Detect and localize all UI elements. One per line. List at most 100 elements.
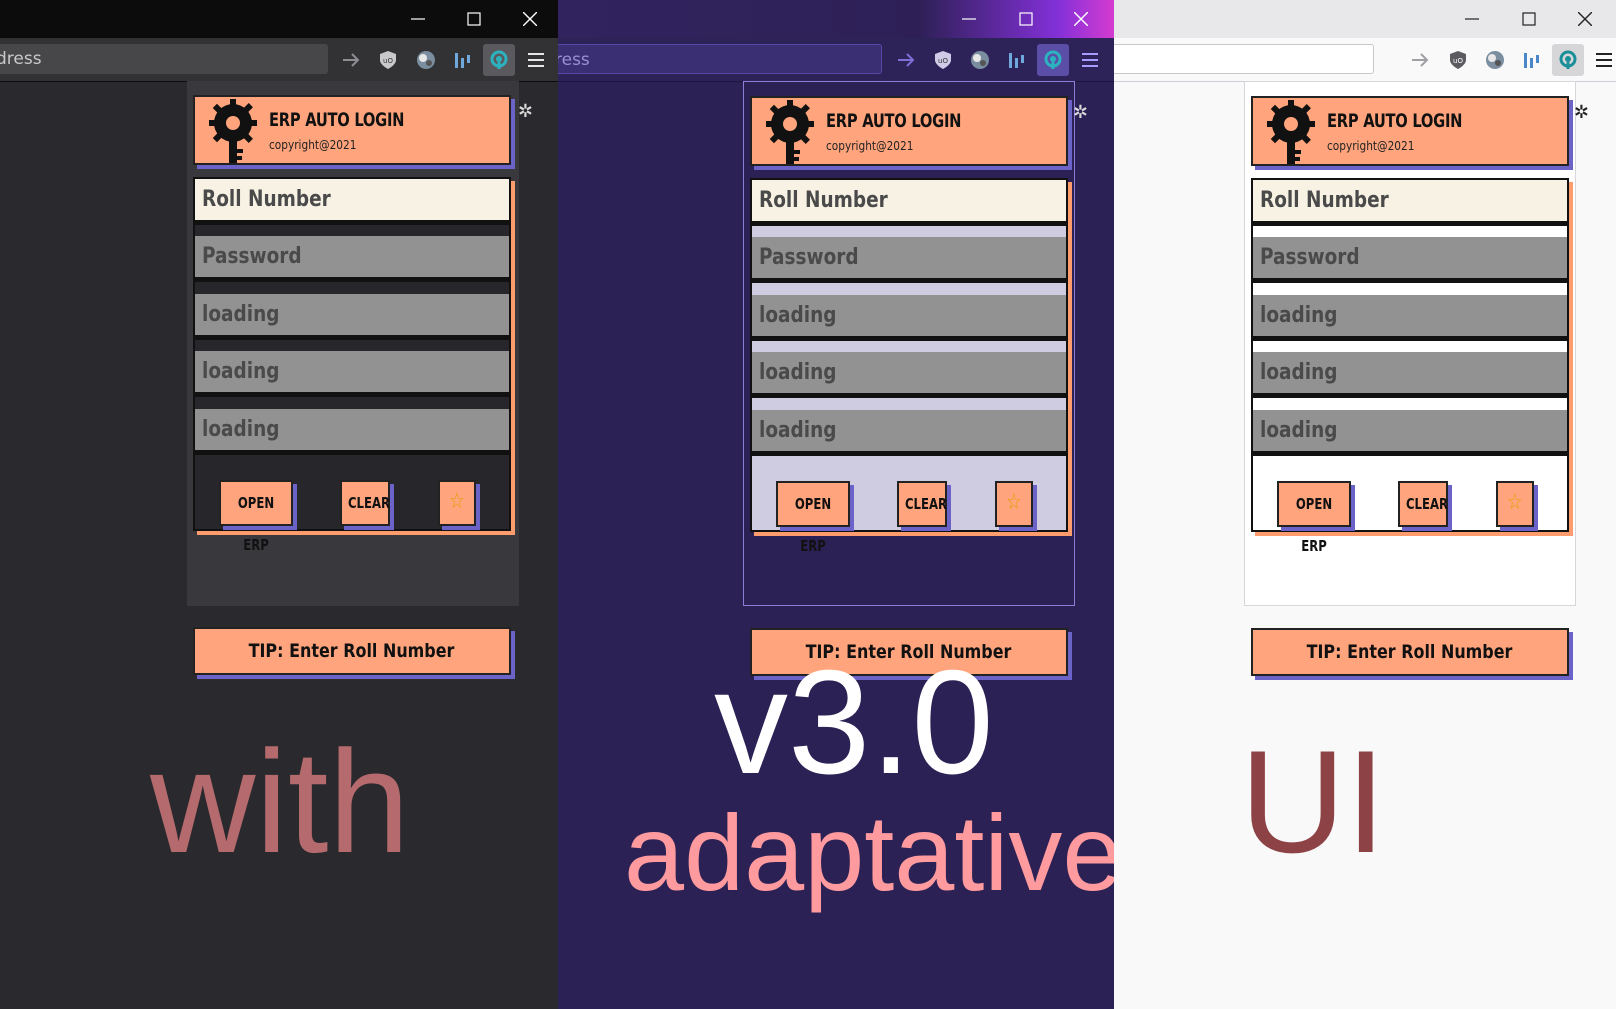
erp-extension-icon xyxy=(1044,50,1062,69)
stats-extension-button[interactable] xyxy=(1515,44,1547,76)
open-erp-button[interactable]: OPEN ERP xyxy=(1277,481,1351,555)
ublock-button[interactable]: uO xyxy=(927,44,959,76)
maximize-button[interactable] xyxy=(446,0,502,38)
maximize-icon xyxy=(1522,12,1536,26)
settings-gear-icon[interactable]: ✲ xyxy=(518,101,533,122)
loading-field-2[interactable]: loading xyxy=(1253,352,1567,398)
bars-extension-icon xyxy=(1524,53,1539,68)
menu-icon xyxy=(1596,53,1612,67)
loading-field-3[interactable]: loading xyxy=(752,410,1066,456)
erp-extension-button[interactable] xyxy=(483,44,515,76)
loading-field-3[interactable]: loading xyxy=(195,409,509,455)
popup-copyright: copyright@2021 xyxy=(826,139,914,153)
maximize-button[interactable] xyxy=(1501,0,1557,38)
loading-field-1[interactable]: loading xyxy=(1253,295,1567,341)
button-row: OPEN ERP CLEAR ☆ xyxy=(1253,473,1567,555)
favorite-star-button[interactable]: ☆ xyxy=(1496,481,1534,527)
roll-number-input[interactable]: Roll Number xyxy=(1253,180,1567,226)
favorite-star-button[interactable]: ☆ xyxy=(438,480,476,526)
roll-number-input[interactable]: Roll Number xyxy=(752,180,1066,226)
title-bar xyxy=(0,0,558,38)
profile-extension-button[interactable] xyxy=(1479,44,1511,76)
close-icon xyxy=(1578,12,1592,26)
button-row: OPEN ERP CLEAR ☆ xyxy=(195,472,509,554)
stats-extension-button[interactable] xyxy=(446,44,478,76)
favorite-star-button[interactable]: ☆ xyxy=(995,481,1033,527)
clear-button[interactable]: CLEAR xyxy=(1398,481,1448,527)
popup-copyright: copyright@2021 xyxy=(269,138,357,152)
open-erp-button[interactable]: OPEN ERP xyxy=(219,480,293,554)
light-theme-window: uO ✲ ERP AUTO LOGIN copyright@2021 Roll … xyxy=(1114,0,1616,1009)
profile-extension-button[interactable] xyxy=(410,44,442,76)
forward-arrow-icon xyxy=(898,53,915,67)
globe-avatar-icon xyxy=(1486,51,1504,69)
loading-field-1[interactable]: loading xyxy=(752,295,1066,341)
popup-header: ERP AUTO LOGIN copyright@2021 xyxy=(750,96,1068,166)
close-button[interactable] xyxy=(1053,0,1109,38)
password-input[interactable]: Password xyxy=(752,237,1066,283)
ublock-button[interactable]: uO xyxy=(1442,44,1474,76)
svg-text:uO: uO xyxy=(1453,57,1463,65)
login-form: Roll Number Password loading loading loa… xyxy=(1251,178,1569,555)
forward-button[interactable] xyxy=(1404,44,1436,76)
erp-extension-button[interactable] xyxy=(1037,44,1069,76)
minimize-button[interactable] xyxy=(390,0,446,38)
popup-header: ERP AUTO LOGIN copyright@2021 xyxy=(193,95,511,165)
clear-button[interactable]: CLEAR xyxy=(897,481,947,527)
loading-field-2[interactable]: loading xyxy=(752,352,1066,398)
svg-text:uO: uO xyxy=(938,57,948,65)
maximize-button[interactable] xyxy=(998,0,1054,38)
title-bar xyxy=(558,0,1114,38)
browser-toolbar: dress uO xyxy=(0,38,558,82)
ublock-shield-icon: uO xyxy=(380,51,396,69)
forward-button[interactable] xyxy=(890,44,922,76)
minimize-icon xyxy=(411,18,425,20)
forward-button[interactable] xyxy=(335,44,367,76)
menu-button[interactable] xyxy=(1074,44,1106,76)
minimize-button[interactable] xyxy=(941,0,997,38)
popup-header: ERP AUTO LOGIN copyright@2021 xyxy=(1251,96,1569,166)
globe-avatar-icon xyxy=(971,51,989,69)
ublock-shield-icon: uO xyxy=(935,51,951,69)
settings-gear-icon[interactable]: ✲ xyxy=(1073,102,1088,123)
roll-number-input[interactable]: Roll Number xyxy=(195,179,509,225)
url-bar[interactable]: dress xyxy=(0,44,328,74)
minimize-button[interactable] xyxy=(1444,0,1500,38)
clear-button[interactable]: CLEAR xyxy=(340,480,390,526)
url-bar[interactable]: ress xyxy=(558,44,882,74)
ublock-shield-icon: uO xyxy=(1450,51,1466,69)
popup-copyright: copyright@2021 xyxy=(1327,139,1415,153)
open-erp-button[interactable]: OPEN ERP xyxy=(776,481,850,555)
loading-field-1[interactable]: loading xyxy=(195,294,509,340)
key-gear-logo-icon xyxy=(1267,100,1315,164)
key-gear-logo-icon xyxy=(209,99,257,163)
button-row: OPEN ERP CLEAR ☆ xyxy=(752,473,1066,555)
globe-avatar-icon xyxy=(417,51,435,69)
loading-field-3[interactable]: loading xyxy=(1253,410,1567,456)
login-form: Roll Number Password loading loading loa… xyxy=(750,178,1068,555)
loading-field-2[interactable]: loading xyxy=(195,351,509,397)
ublock-button[interactable]: uO xyxy=(372,44,404,76)
browser-toolbar: uO xyxy=(1114,38,1616,82)
menu-button[interactable] xyxy=(520,44,552,76)
menu-button[interactable] xyxy=(1588,44,1616,76)
star-icon: ☆ xyxy=(1006,490,1022,515)
erp-extension-button[interactable] xyxy=(1552,44,1584,76)
purple-theme-window: ress uO ✲ ERP AUTO LOGIN copyright@2021 … xyxy=(558,0,1114,1009)
browser-toolbar: ress uO xyxy=(558,38,1114,82)
forward-arrow-icon xyxy=(1412,53,1429,67)
tip-banner: TIP: Enter Roll Number xyxy=(1251,628,1569,676)
minimize-icon xyxy=(962,18,976,20)
password-input[interactable]: Password xyxy=(1253,237,1567,283)
close-button[interactable] xyxy=(1557,0,1613,38)
profile-extension-button[interactable] xyxy=(964,44,996,76)
tip-banner: TIP: Enter Roll Number xyxy=(193,627,511,675)
menu-icon xyxy=(1082,53,1098,67)
url-bar[interactable] xyxy=(1114,44,1374,74)
settings-gear-icon[interactable]: ✲ xyxy=(1574,102,1589,123)
close-button[interactable] xyxy=(502,0,558,38)
stats-extension-button[interactable] xyxy=(1000,44,1032,76)
password-input[interactable]: Password xyxy=(195,236,509,282)
overlay-text-version: v3.0 xyxy=(714,640,994,805)
minimize-icon xyxy=(1465,18,1479,20)
